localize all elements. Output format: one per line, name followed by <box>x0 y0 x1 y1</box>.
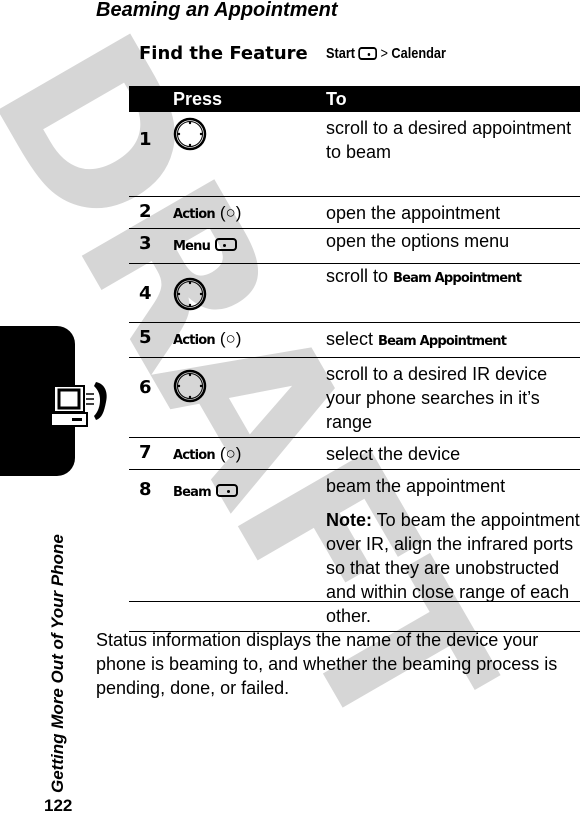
table-row: 2 Action (○) open the appointment <box>129 196 580 229</box>
page-heading: Beaming an Appointment <box>96 0 338 21</box>
navigation-key-icon <box>173 117 207 151</box>
table-row: 7 Action (○) select the device <box>129 437 580 470</box>
menu-key-label: Menu <box>173 238 211 254</box>
status-paragraph: Status information displays the name of … <box>96 630 558 698</box>
step-action: select the device <box>326 437 580 470</box>
navigation-key-icon <box>173 369 207 402</box>
step-action: select Beam Appointment <box>326 322 580 358</box>
action-key-icon: (○) <box>219 443 242 463</box>
step-action: beam the appointment Note: To beam the a… <box>326 469 580 632</box>
section-title: Getting More Out of Your Phone <box>48 534 67 793</box>
beam-key-label: Beam <box>173 484 212 500</box>
table-row: 6 scroll to a desired IR device your pho… <box>129 357 580 438</box>
path-start: Start <box>326 45 356 62</box>
header-to: To <box>326 86 580 112</box>
action-key-label: Action <box>173 206 216 222</box>
computer-phone-icon <box>50 382 107 427</box>
feature-path: Start > Calendar <box>326 45 446 62</box>
header-press: Press <box>173 86 326 112</box>
find-the-feature-label: Find the Feature <box>139 43 308 64</box>
right-softkey-icon <box>358 47 378 60</box>
menu-option-beam-appointment: Beam Appointment <box>393 270 522 286</box>
table-row: 4 scroll to Beam Appointment <box>129 263 580 323</box>
action-key-icon: (○) <box>219 202 242 222</box>
table-row: 1 scroll to a desired appointment to bea… <box>129 112 580 197</box>
path-end: Calendar <box>391 45 446 62</box>
step-number: 2 <box>129 196 173 229</box>
left-softkey-icon <box>215 238 238 252</box>
right-softkey-icon <box>215 484 238 498</box>
action-key-icon: (○) <box>219 328 242 348</box>
step-action: scroll to Beam Appointment <box>326 263 580 323</box>
step-number: 5 <box>129 322 173 358</box>
step-action: scroll to a desired appointment to beam <box>326 112 580 197</box>
step-number: 6 <box>129 357 173 438</box>
table-row: 5 Action (○) select Beam Appointment <box>129 322 580 358</box>
table-row: 8 Beam beam the appointment Note: To bea… <box>129 469 580 632</box>
step-action: scroll to a desired IR device your phone… <box>326 357 580 438</box>
table-header: Press To <box>129 86 580 112</box>
menu-option-beam-appointment: Beam Appointment <box>378 333 507 349</box>
step-action: open the options menu <box>326 228 580 264</box>
path-separator: > <box>380 45 389 62</box>
step-number: 3 <box>129 228 173 264</box>
action-key-label: Action <box>173 447 216 463</box>
action-key-label: Action <box>173 332 216 348</box>
navigation-key-icon <box>173 277 207 310</box>
feature-table: Press To 1 scroll to a desired appointme… <box>129 86 580 632</box>
step-number: 8 <box>129 469 173 632</box>
step-number: 1 <box>129 112 173 197</box>
note: Note: To beam the appointment over IR, a… <box>326 508 580 628</box>
step-number: 4 <box>129 263 173 323</box>
step-number: 7 <box>129 437 173 470</box>
note-label: Note: <box>326 509 372 530</box>
table-row: 3 Menu open the options menu <box>129 228 580 264</box>
step-action: open the appointment <box>326 196 580 229</box>
page-number: 122 <box>44 796 73 815</box>
table-bottom-rule <box>129 601 580 602</box>
